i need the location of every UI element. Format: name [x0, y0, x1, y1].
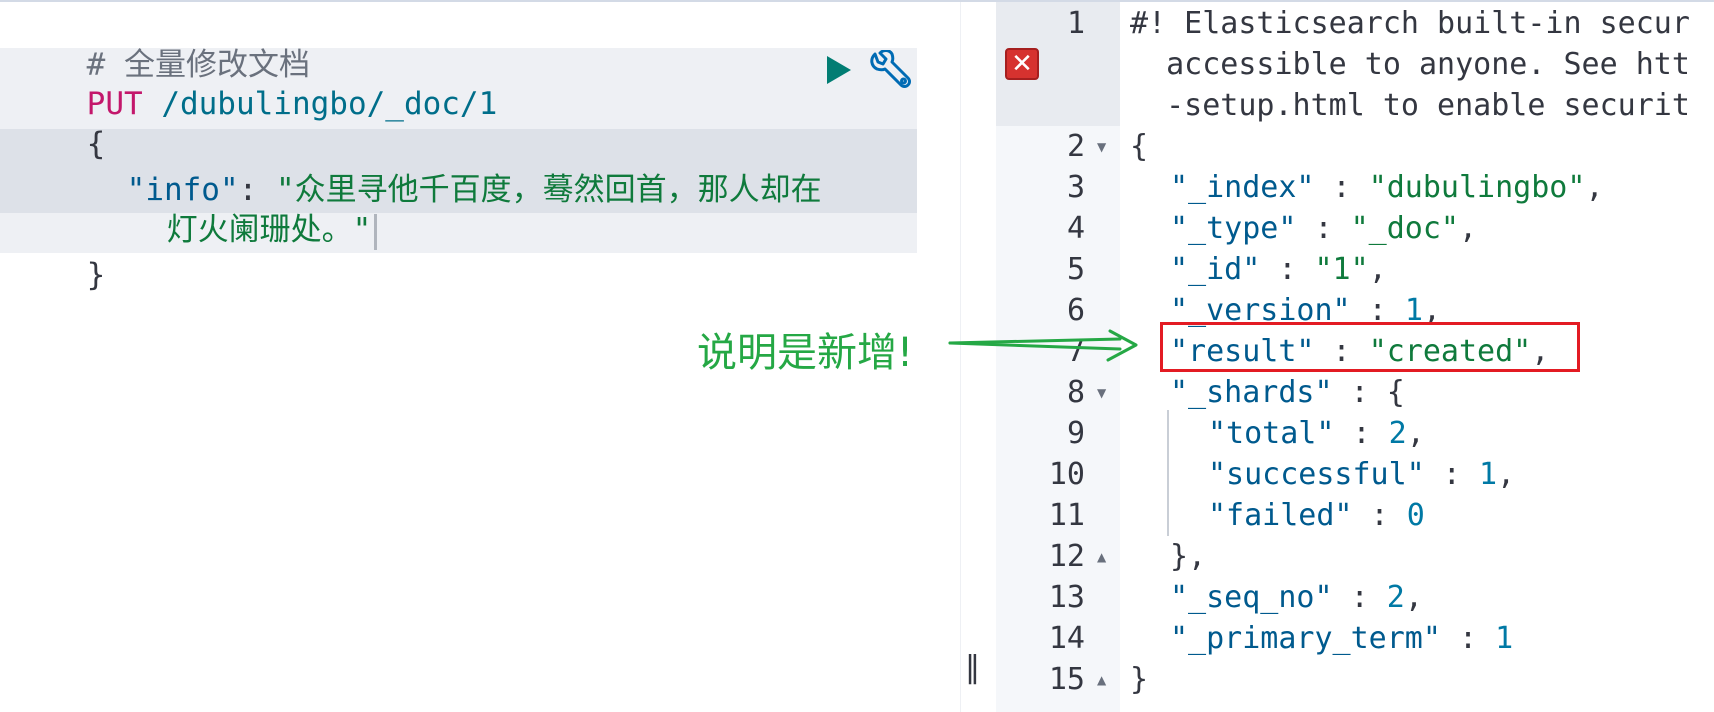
json-sep: :: [1440, 621, 1496, 656]
response-line: },: [1170, 536, 1206, 577]
response-text: }: [1130, 662, 1149, 697]
response-line: {: [1130, 126, 1148, 167]
wrench-icon[interactable]: [868, 50, 912, 92]
json-key: "_id": [1170, 252, 1261, 287]
json-sep: :: [1296, 211, 1351, 246]
json-value: 0: [1406, 498, 1425, 533]
json-sep: :: [1334, 416, 1389, 451]
json-sep: :: [1352, 498, 1407, 533]
json-key: "_type": [1170, 211, 1297, 246]
json-sep: :: [1260, 252, 1315, 287]
json-sep: :: [1332, 375, 1387, 410]
json-tail: ,: [1368, 252, 1387, 287]
line-number: 15: [1048, 662, 1085, 697]
response-line: accessible to anyone. See htt: [1130, 44, 1690, 85]
json-value: 2: [1386, 580, 1405, 615]
response-line: "_index" : "dubulingbo",: [1170, 167, 1604, 208]
line-number: 12: [1048, 539, 1085, 574]
response-text: -setup.html to enable securit: [1130, 88, 1690, 123]
json-value: 2: [1388, 416, 1407, 451]
fold-toggle-icon[interactable]: ▼: [1097, 140, 1106, 154]
request-open-brace-line[interactable]: {: [12, 84, 106, 162]
line-number: 14: [1048, 621, 1085, 656]
response-line: "_shards" : {: [1170, 372, 1405, 413]
json-tail: ,: [1459, 211, 1478, 246]
json-key: "successful": [1208, 457, 1425, 492]
json-key: "_index": [1170, 170, 1315, 205]
info-value-line2: 灯火阑珊处。": [166, 212, 372, 248]
line-number: 10: [1048, 457, 1085, 492]
line-number: 5: [1066, 252, 1085, 287]
json-value: "dubulingbo": [1368, 170, 1586, 205]
line-number: 8: [1066, 375, 1085, 410]
line-number: 4: [1066, 211, 1085, 246]
response-line: "total" : 2,: [1208, 413, 1425, 454]
result-highlight-box: [1160, 322, 1580, 372]
json-tail: ,: [1406, 416, 1425, 451]
request-close-brace-line[interactable]: }: [12, 215, 106, 293]
response-line: "failed" : 0: [1208, 495, 1425, 536]
response-line: "_seq_no" : 2,: [1170, 577, 1423, 618]
response-text: {: [1130, 129, 1149, 164]
fold-toggle-icon[interactable]: ▼: [1097, 386, 1106, 400]
response-line: "_id" : "1",: [1170, 249, 1387, 290]
fold-toggle-icon[interactable]: ▲: [1097, 673, 1106, 687]
json-key: "_primary_term": [1170, 621, 1441, 656]
error-icon[interactable]: ✕: [1005, 48, 1039, 80]
line-number: 3: [1066, 170, 1085, 205]
request-info-line[interactable]: "info": "众里寻他千百度，蓦然回首，那人却在: [52, 130, 822, 208]
line-number: 2: [1066, 129, 1085, 164]
line-number: 11: [1048, 498, 1085, 533]
json-tail: ,: [1585, 170, 1604, 205]
response-line: -setup.html to enable securit: [1130, 85, 1690, 126]
json-value: 1: [1478, 457, 1497, 492]
json-sep: :: [1332, 580, 1387, 615]
json-key: "total": [1208, 416, 1335, 451]
request-method-line[interactable]: PUT /dubulingbo/_doc/1: [12, 44, 498, 122]
request-url: /dubulingbo/_doc/1: [142, 86, 498, 122]
json-value: "_doc": [1350, 211, 1459, 246]
json-sep: :: [1314, 170, 1369, 205]
text-cursor: [374, 213, 378, 250]
arrow-icon: [948, 329, 1138, 362]
line-number: 6: [1066, 293, 1085, 328]
fold-toggle-icon[interactable]: ▲: [1097, 550, 1106, 564]
json-tail: ,: [1497, 457, 1516, 492]
play-icon[interactable]: [824, 54, 854, 86]
close-brace: }: [86, 257, 106, 293]
divider-handle-icon[interactable]: ‖: [965, 650, 980, 685]
json-key: "failed": [1208, 498, 1353, 533]
response-line: }: [1130, 659, 1148, 700]
request-info-continuation-line[interactable]: 灯火阑珊处。": [92, 170, 378, 250]
response-line: "_primary_term" : 1: [1170, 618, 1513, 659]
line-number: 9: [1066, 416, 1085, 451]
json-value: "1": [1314, 252, 1369, 287]
json-key: "_shards": [1170, 375, 1333, 410]
response-line: #! Elasticsearch built-in secur: [1130, 3, 1690, 44]
response-line: "successful" : 1,: [1208, 454, 1515, 495]
request-comment-line[interactable]: # 全量修改文档: [12, 5, 310, 83]
response-text: },: [1170, 539, 1207, 574]
json-key: "_seq_no": [1170, 580, 1333, 615]
json-value: 1: [1495, 621, 1514, 656]
json-tail: ,: [1404, 580, 1423, 615]
json-sep: :: [1424, 457, 1479, 492]
line-number: 13: [1048, 580, 1085, 615]
response-text: accessible to anyone. See htt: [1130, 47, 1690, 82]
annotation-label: 说明是新增!: [697, 330, 914, 376]
response-line: "_type" : "_doc",: [1170, 208, 1477, 249]
line-number: 1: [1066, 6, 1085, 41]
json-value: {: [1386, 375, 1405, 410]
response-text: #! Elasticsearch built-in secur: [1130, 6, 1690, 41]
